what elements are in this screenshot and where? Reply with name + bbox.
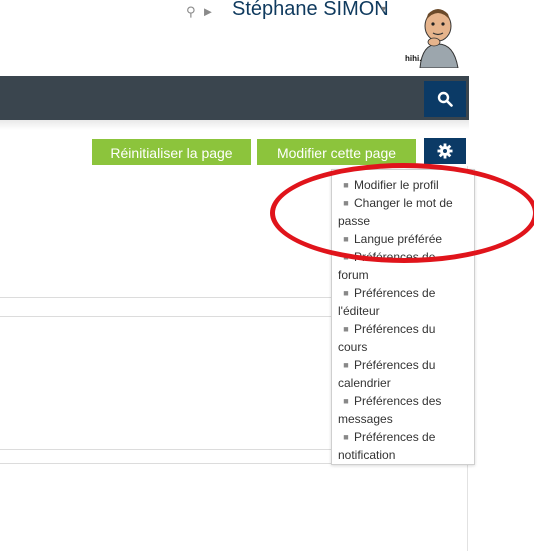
navbar bbox=[0, 76, 469, 120]
bullet-icon: ■ bbox=[343, 234, 349, 244]
bullet-icon: ■ bbox=[343, 396, 349, 406]
message-icon[interactable]: ► bbox=[202, 4, 221, 19]
menu-item-message-preferences[interactable]: ■ Préférences des messages bbox=[338, 392, 468, 428]
bullet-icon: ■ bbox=[343, 432, 349, 442]
divider bbox=[0, 316, 331, 317]
divider bbox=[0, 449, 331, 450]
search-button[interactable] bbox=[424, 81, 466, 117]
settings-button[interactable] bbox=[424, 138, 466, 164]
user-settings-menu: ■ Modifier le profil ■ Changer le mot de p… bbox=[331, 169, 475, 465]
menu-item-editor-preferences[interactable]: ■ Préférences de l'éditeur bbox=[338, 284, 468, 320]
navbar-shadow bbox=[0, 120, 469, 130]
menu-item-edit-profile[interactable]: ■ Modifier le profil bbox=[338, 176, 468, 194]
divider bbox=[0, 463, 331, 464]
search-icon bbox=[437, 91, 453, 107]
user-bar: ⚲► Stéphane SIMON ▾ hihi. bbox=[0, 0, 534, 75]
bullet-icon: ■ bbox=[343, 288, 349, 298]
divider bbox=[0, 297, 331, 298]
chevron-down-icon[interactable]: ▾ bbox=[381, 4, 386, 15]
notification-icon[interactable]: ⚲ bbox=[186, 4, 202, 19]
gear-icon bbox=[437, 143, 453, 159]
bullet-icon: ■ bbox=[343, 180, 349, 190]
menu-item-change-password[interactable]: ■ Changer le mot de passe bbox=[338, 194, 468, 230]
menu-item-notification-preferences[interactable]: ■ Préférences de notification bbox=[338, 428, 468, 464]
edit-page-button[interactable]: Modifier cette page bbox=[257, 139, 416, 165]
user-name[interactable]: Stéphane SIMON bbox=[232, 0, 389, 21]
user-icons: ⚲► bbox=[186, 4, 220, 20]
reset-page-button[interactable]: Réinitialiser la page bbox=[92, 139, 251, 165]
menu-item-preferred-language[interactable]: ■ Langue préférée bbox=[338, 230, 468, 248]
menu-item-calendar-preferences[interactable]: ■ Préférences du calendrier bbox=[338, 356, 468, 392]
bullet-icon: ■ bbox=[343, 252, 349, 262]
menu-item-course-preferences[interactable]: ■ Préférences du cours bbox=[338, 320, 468, 356]
avatar-caption: hihi. bbox=[405, 54, 422, 63]
bullet-icon: ■ bbox=[343, 360, 349, 370]
bullet-icon: ■ bbox=[343, 324, 349, 334]
menu-item-forum-preferences[interactable]: ■ Préférences de forum bbox=[338, 248, 468, 284]
bullet-icon: ■ bbox=[343, 198, 349, 208]
